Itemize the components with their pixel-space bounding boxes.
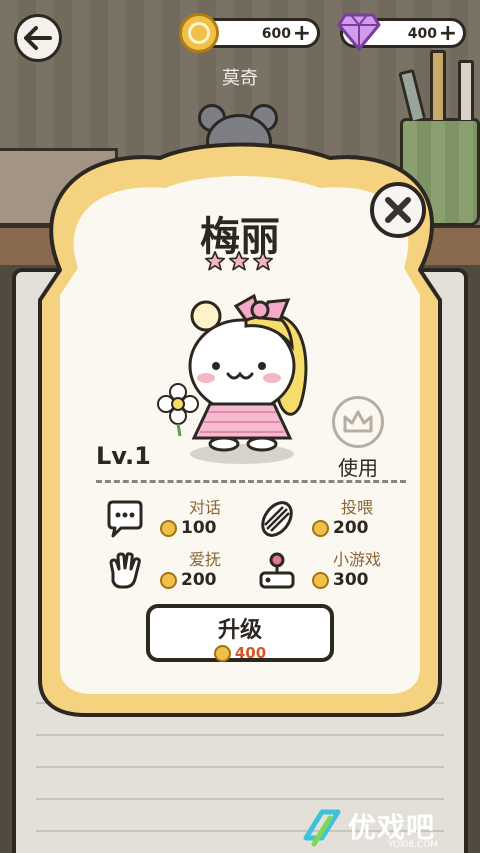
action-cost: 200 bbox=[160, 570, 217, 590]
action-feed[interactable]: 投喂 200 bbox=[256, 494, 406, 544]
watermark-logo-icon bbox=[303, 809, 341, 847]
gem-counter: 400 + bbox=[337, 13, 466, 51]
upgrade-cost: 400 bbox=[150, 644, 330, 662]
coin-icon bbox=[312, 571, 329, 589]
action-cost: 200 bbox=[312, 518, 369, 538]
gem-amount: 400 bbox=[407, 26, 437, 42]
action-label: 爱抚 bbox=[188, 550, 221, 569]
hamster-character bbox=[157, 293, 308, 464]
speech-bubble-icon bbox=[107, 500, 143, 538]
back-button[interactable] bbox=[14, 14, 62, 62]
joystick-icon bbox=[259, 552, 295, 589]
coin-icon bbox=[213, 644, 231, 662]
upgrade-label: 升级 bbox=[217, 618, 262, 643]
crown-icon bbox=[343, 410, 373, 433]
action-cost: 100 bbox=[160, 518, 217, 538]
coin-icon bbox=[179, 13, 219, 53]
hand-icon bbox=[109, 552, 141, 589]
gem-icon bbox=[337, 13, 381, 51]
close-button[interactable] bbox=[370, 182, 426, 238]
add-coins-button[interactable]: + bbox=[293, 21, 311, 47]
close-icon bbox=[385, 197, 411, 223]
upgrade-button[interactable]: 升级 400 bbox=[146, 604, 334, 662]
watermark-url: YOXI8.COM bbox=[388, 840, 439, 850]
action-pet[interactable]: 爱抚 200 bbox=[104, 546, 254, 596]
coin-icon bbox=[160, 571, 177, 589]
star-icon bbox=[205, 251, 225, 271]
coin-amount: 600 bbox=[261, 26, 291, 42]
action-minigame[interactable]: 小游戏 300 bbox=[256, 546, 406, 596]
action-label: 小游戏 bbox=[332, 550, 381, 569]
character-level: Lv.1 bbox=[96, 442, 151, 470]
star-rating bbox=[204, 250, 274, 272]
action-label: 对话 bbox=[188, 498, 221, 517]
action-talk[interactable]: 对话 100 bbox=[104, 494, 254, 544]
use-button[interactable]: 使用 bbox=[326, 396, 390, 481]
add-gems-button[interactable]: + bbox=[439, 21, 457, 47]
site-watermark: 优戏吧 YOXI8.COM bbox=[296, 804, 476, 852]
star-icon bbox=[253, 251, 273, 271]
divider bbox=[96, 480, 406, 483]
coin-counter: 600 + bbox=[179, 13, 320, 53]
use-label: 使用 bbox=[338, 456, 378, 480]
action-cost: 300 bbox=[312, 570, 369, 590]
action-label: 投喂 bbox=[340, 498, 373, 517]
coin-icon bbox=[312, 519, 329, 537]
back-arrow-icon bbox=[24, 26, 52, 50]
star-icon bbox=[229, 251, 249, 271]
sunflower-seed-icon bbox=[261, 501, 293, 537]
coin-icon bbox=[160, 519, 177, 537]
